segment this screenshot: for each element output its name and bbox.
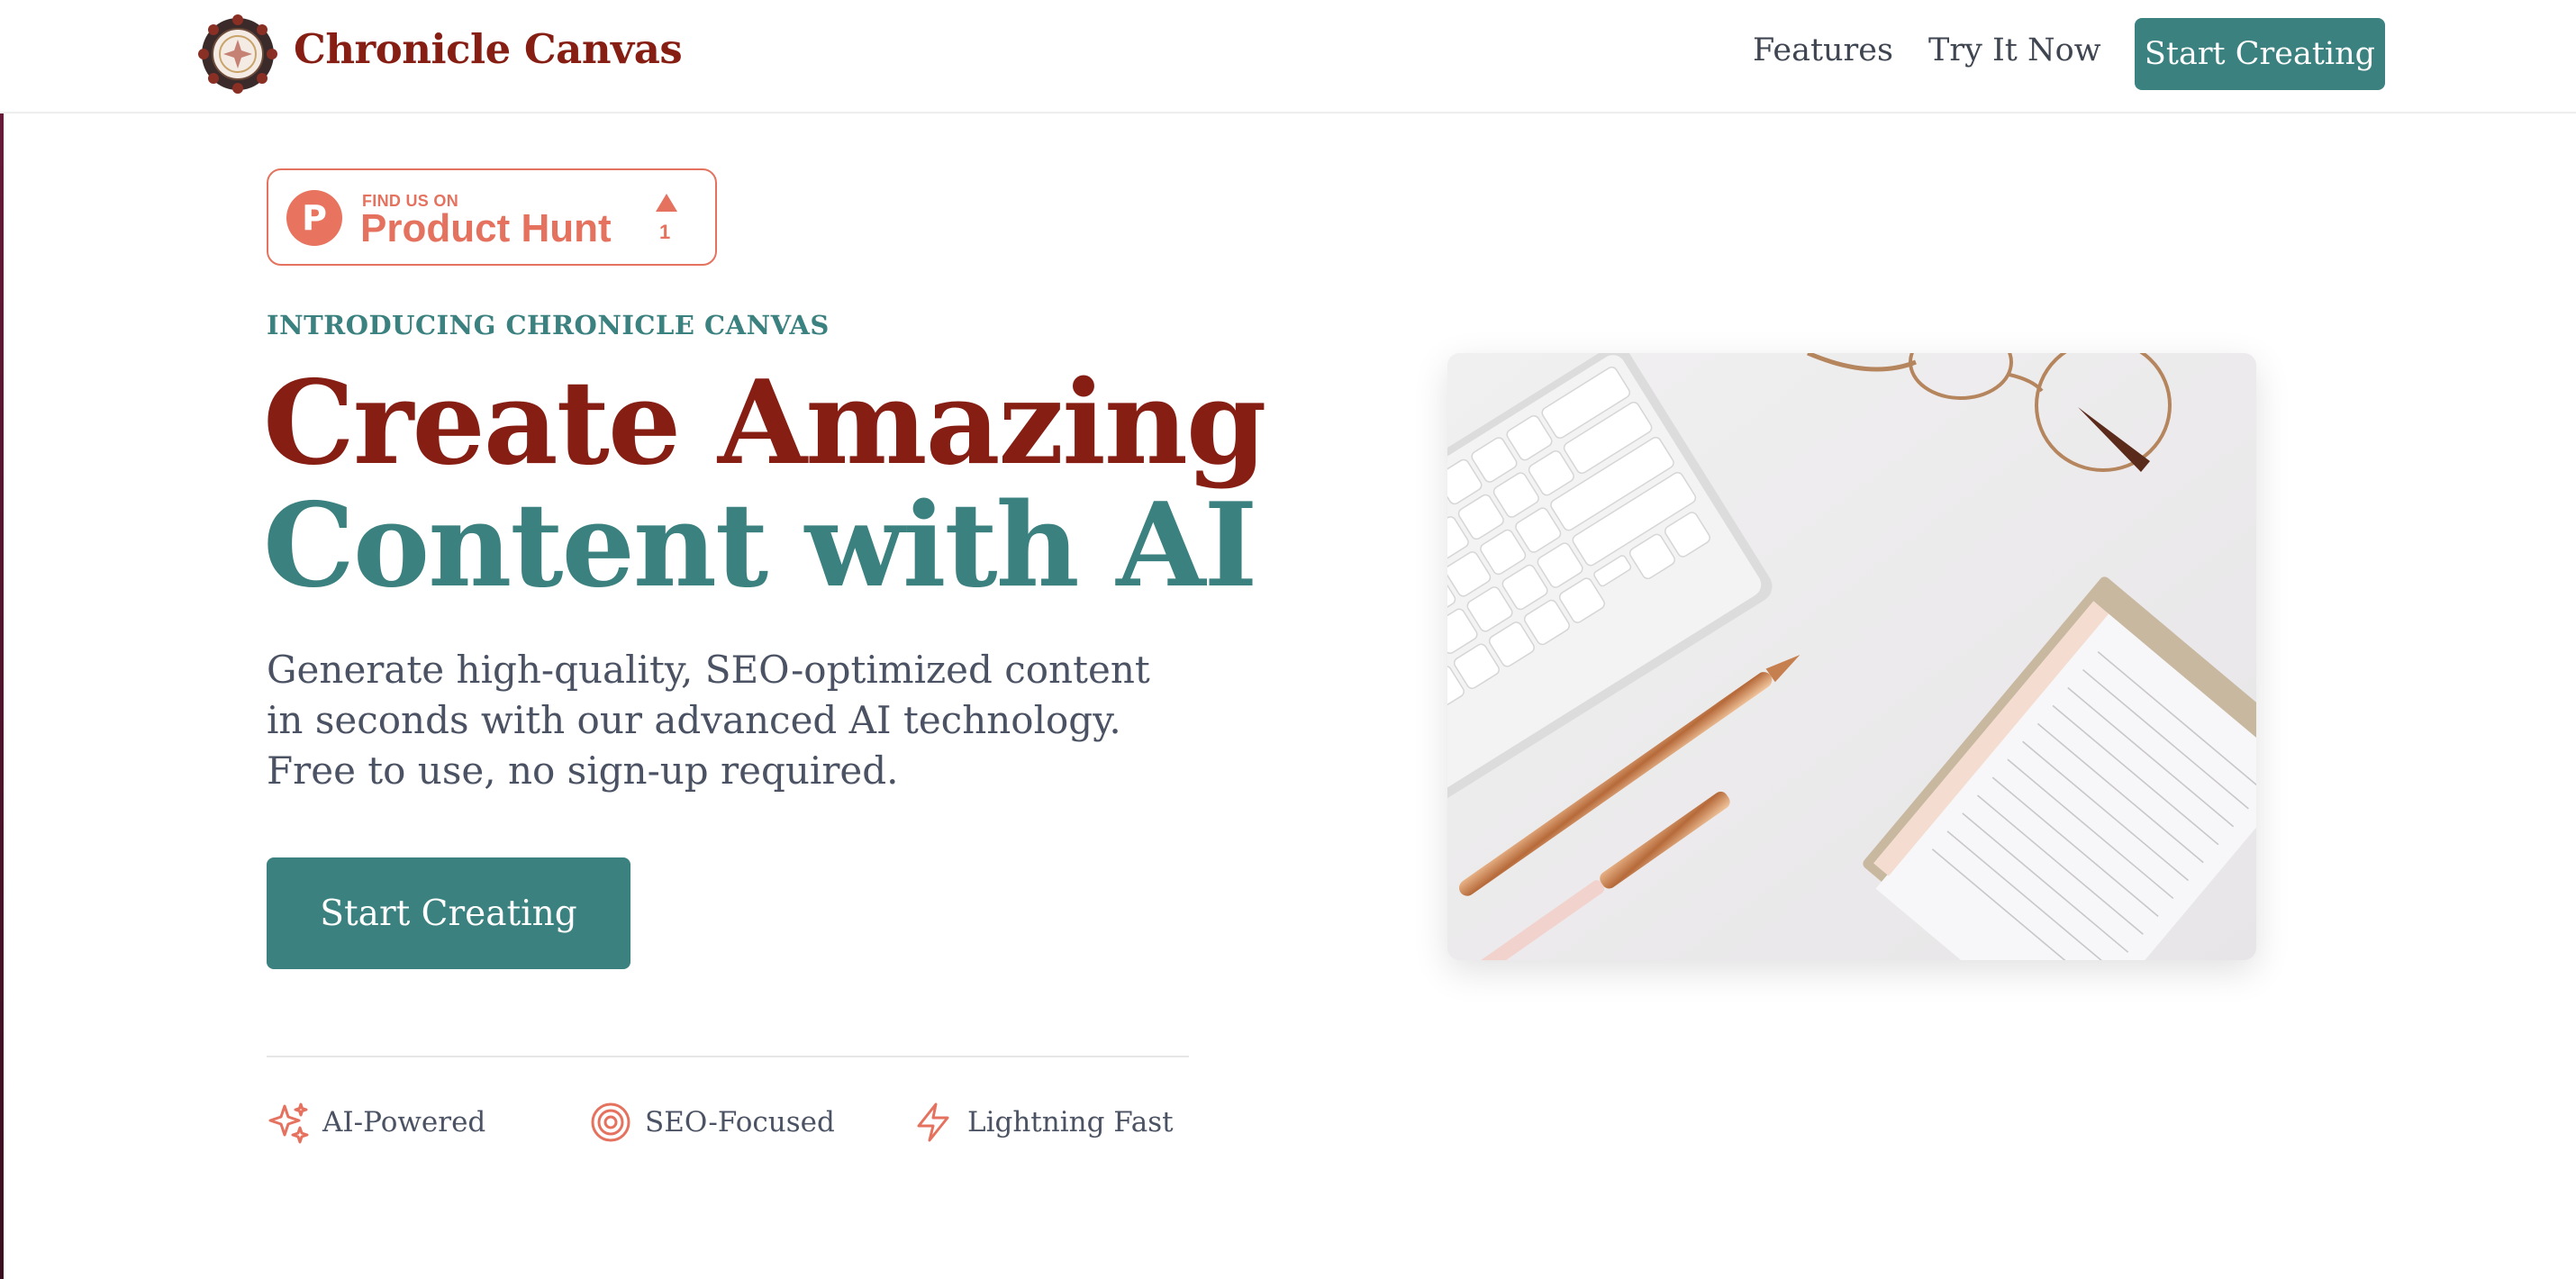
logo-icon[interactable]	[196, 13, 279, 95]
hero-title: Create Amazing Content with AI	[263, 356, 1266, 613]
feature-lightning-fast: Lightning Fast	[912, 1099, 1174, 1146]
hero-desk-image	[1447, 353, 2256, 960]
header-start-creating-button[interactable]: Start Creating	[2135, 18, 2385, 90]
hero-start-creating-button[interactable]: Start Creating	[267, 857, 630, 969]
product-hunt-vote-count: 1	[659, 221, 671, 243]
hero-eyebrow: INTRODUCING CHRONICLE CANVAS	[267, 310, 830, 340]
product-hunt-logo-icon: P	[286, 190, 342, 246]
upvote-arrow-icon	[656, 194, 677, 212]
lightning-icon	[917, 1102, 949, 1142]
feature-label: SEO-Focused	[645, 1106, 835, 1138]
nav-try-it-now-link[interactable]: Try It Now	[1928, 32, 2101, 68]
hero-title-line-2: Content with AI	[263, 478, 1257, 613]
sparkles-icon	[268, 1102, 309, 1144]
site-header: Chronicle Canvas Features Try It Now Sta…	[0, 0, 2576, 113]
nav-features-link[interactable]: Features	[1753, 32, 1893, 68]
product-hunt-name: Product Hunt	[360, 206, 612, 250]
product-hunt-badge[interactable]: P FIND US ON Product Hunt 1	[267, 168, 717, 266]
feature-label: AI-Powered	[322, 1106, 486, 1138]
window-edge	[0, 0, 4, 1279]
feature-seo-focused: SEO-Focused	[589, 1099, 835, 1146]
feature-ai-powered: AI-Powered	[267, 1099, 485, 1146]
hero-subtitle: Generate high-quality, SEO-optimized con…	[267, 648, 1150, 793]
desk-workspace-photo	[1447, 353, 2256, 960]
features-divider	[267, 1056, 1189, 1057]
brand-name[interactable]: Chronicle Canvas	[294, 25, 683, 73]
feature-label: Lightning Fast	[967, 1106, 1174, 1138]
target-icon	[591, 1102, 630, 1142]
hero-title-line-1: Create Amazing	[263, 356, 1266, 491]
